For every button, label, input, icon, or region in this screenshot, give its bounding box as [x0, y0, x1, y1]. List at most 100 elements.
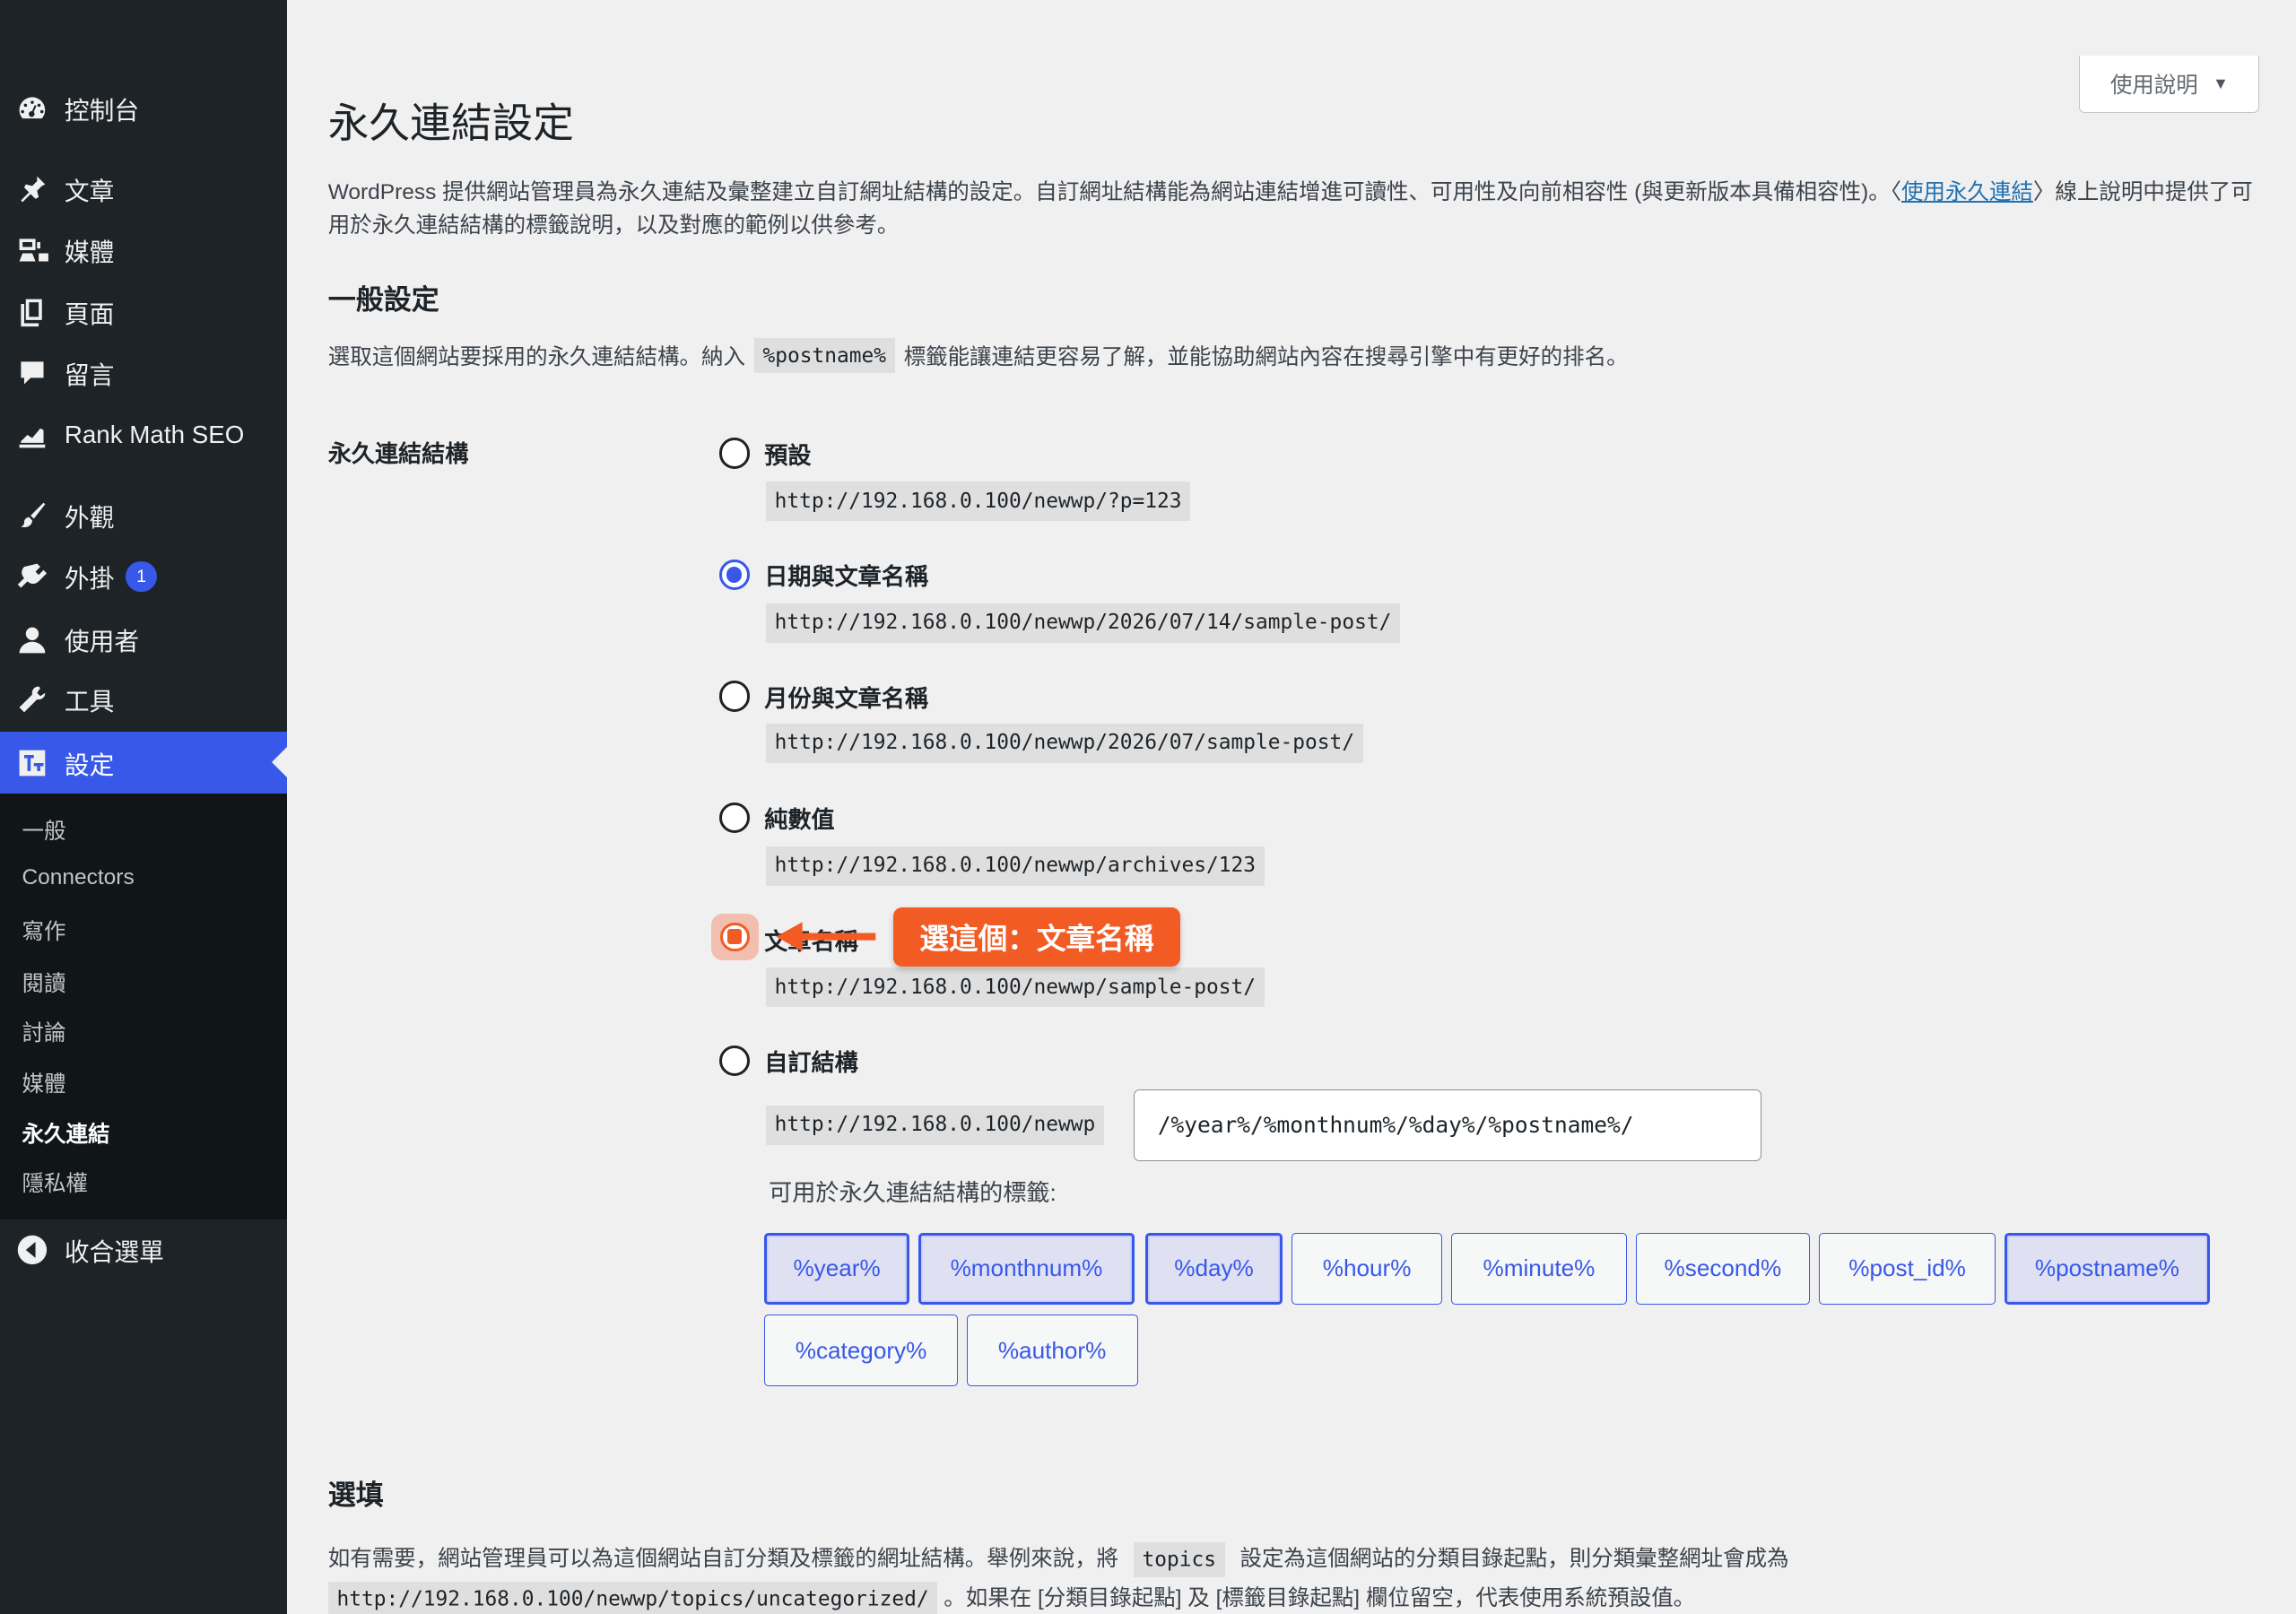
submenu-item-media[interactable]: 媒體 [22, 1067, 65, 1098]
submenu-item-privacy[interactable]: 隱私權 [22, 1167, 87, 1198]
radio-custom-structure[interactable] [718, 1045, 750, 1077]
sidebar-item-label: 外觀 [64, 503, 115, 532]
settings-submenu: 一般 Connectors 寫作 閱讀 討論 媒體 永久連結 隱私權 [0, 793, 287, 1220]
annotation-callout: 選這個：文章名稱 [892, 907, 1180, 967]
sidebar-item-media[interactable]: 媒體 [0, 220, 287, 282]
brush-icon [16, 499, 48, 532]
optional-heading: 選填 [327, 1480, 384, 1512]
pages-icon [16, 296, 48, 328]
sidebar-item-plugins[interactable]: 外掛 1 [0, 546, 287, 608]
permalink-structure-label: 永久連結結構 [327, 439, 469, 467]
option-label: 純數值 [764, 806, 835, 834]
radio-month-and-name[interactable] [718, 681, 750, 712]
option-plain[interactable]: 預設 [718, 437, 812, 471]
category-url-example: http://192.168.0.100/newwp/topics/uncate… [327, 1581, 938, 1614]
media-icon [16, 234, 48, 266]
tag-button-day[interactable]: %day% [1144, 1232, 1283, 1305]
option-custom-structure[interactable]: 自訂結構 [718, 1044, 858, 1078]
sidebar-item-label: Rank Math SEO [64, 420, 245, 448]
option-label: 自訂結構 [764, 1049, 858, 1077]
topics-code: topics [1133, 1541, 1225, 1577]
pin-icon [16, 173, 48, 205]
submenu-item-connectors[interactable]: Connectors [22, 865, 134, 890]
collapse-icon [16, 1234, 48, 1266]
custom-structure-input[interactable] [1133, 1089, 1762, 1161]
submenu-item-discussion[interactable]: 討論 [22, 1016, 65, 1047]
sample-url: http://192.168.0.100/newwp/2026/07/sampl… [765, 723, 1363, 763]
settings-icon [16, 747, 48, 779]
sidebar-item-rank-math[interactable]: Rank Math SEO [0, 404, 287, 466]
help-tab-button[interactable]: 使用說明 ▼ [2079, 56, 2260, 113]
arrow-icon [776, 922, 876, 952]
general-settings-heading: 一般設定 [327, 283, 439, 316]
radio-numeric[interactable] [718, 802, 750, 834]
plugin-icon [16, 560, 48, 593]
sidebar-item-comments[interactable]: 留言 [0, 343, 287, 404]
desc-text: 。如果在 [分類目錄起點] 及 [標籤目錄起點] 欄位留空，代表使用系統預設值。 [944, 1586, 1696, 1611]
desc-text: 標籤能讓連結更容易了解，並能協助網站內容在搜尋引擎中有更好的排名。 [903, 345, 1629, 370]
submenu-item-writing[interactable]: 寫作 [22, 915, 65, 946]
sidebar-item-appearance[interactable]: 外觀 [0, 484, 287, 546]
intro-text-before: WordPress 提供網站管理員為永久連結及彙整建立自訂網址結構的設定。自訂網… [327, 179, 1901, 204]
desc-text: 選取這個網站要採用的永久連結結構。納入 [327, 345, 745, 370]
desc-text: 如有需要，網站管理員可以為這個網站自訂分類及標籤的網址結構。舉例來說，將 [327, 1547, 1119, 1572]
radio-plain[interactable] [718, 438, 750, 469]
tag-button-minute[interactable]: %minute% [1451, 1232, 1627, 1305]
sidebar-item-users[interactable]: 使用者 [0, 609, 287, 671]
tag-button-author[interactable]: %author% [966, 1315, 1138, 1387]
available-tags-label: 可用於永久連結結構的標籤: [769, 1179, 1057, 1207]
tag-button-category[interactable]: %category% [764, 1315, 958, 1387]
sample-url: http://192.168.0.100/newwp/sample-post/ [765, 968, 1265, 1008]
option-day-and-name[interactable]: 日期與文章名稱 [718, 558, 929, 592]
sidebar-item-label: 外掛 [64, 565, 115, 594]
wrench-icon [16, 683, 48, 716]
collapse-menu-button[interactable]: 收合選單 [0, 1219, 287, 1281]
option-month-and-name[interactable]: 月份與文章名稱 [718, 680, 929, 714]
permalinks-docs-link[interactable]: 使用永久連結 [1901, 180, 2033, 204]
tag-button-year[interactable]: %year% [764, 1232, 909, 1305]
caret-down-icon: ▼ [2213, 74, 2229, 92]
admin-sidebar: 控制台 文章 媒體 頁面 留言 Rank Math SEO 外觀 外掛 1 使用… [0, 0, 287, 1614]
sidebar-item-label: 文章 [64, 177, 115, 205]
sample-url: http://192.168.0.100/newwp/archives/123 [765, 846, 1265, 886]
highlighted-radio-post-name[interactable] [711, 913, 759, 961]
general-settings-description: 選取這個網站要採用的永久連結結構。納入 %postname% 標籤能讓連結更容易… [327, 338, 1629, 374]
sidebar-item-label: 控制台 [64, 96, 140, 125]
tag-button-second[interactable]: %second% [1635, 1232, 1810, 1305]
postname-code: %postname% [753, 338, 895, 374]
sidebar-item-label: 設定 [64, 751, 115, 779]
sidebar-item-posts[interactable]: 文章 [0, 158, 287, 220]
tag-button-post-id[interactable]: %post_id% [1818, 1232, 1996, 1305]
sidebar-item-tools[interactable]: 工具 [0, 669, 287, 731]
option-numeric[interactable]: 純數值 [718, 801, 835, 835]
sidebar-item-dashboard[interactable]: 控制台 [0, 78, 287, 140]
collapse-label: 收合選單 [64, 1238, 164, 1267]
option-label: 日期與文章名稱 [764, 563, 929, 591]
radio-day-and-name[interactable] [718, 559, 750, 591]
sidebar-item-label: 頁面 [64, 299, 115, 328]
optional-description: 如有需要，網站管理員可以為這個網站自訂分類及標籤的網址結構。舉例來說，將 top… [327, 1541, 1789, 1577]
dashboard-icon [16, 92, 48, 125]
sidebar-item-label: 留言 [64, 361, 115, 390]
tag-button-monthnum[interactable]: %monthnum% [918, 1232, 1135, 1305]
submenu-item-general[interactable]: 一般 [22, 814, 65, 846]
submenu-item-reading[interactable]: 閱讀 [22, 967, 65, 998]
page-title: 永久連結設定 [327, 100, 574, 147]
tag-button-hour[interactable]: %hour% [1292, 1232, 1443, 1305]
sidebar-item-pages[interactable]: 頁面 [0, 281, 287, 343]
desc-text: 設定為這個網站的分類目錄起點，則分類彙整網址會成為 [1239, 1547, 1789, 1572]
option-label: 月份與文章名稱 [764, 684, 929, 712]
radio-marker [720, 922, 750, 952]
user-icon [16, 624, 48, 656]
option-label: 預設 [764, 441, 812, 469]
optional-description-2: http://192.168.0.100/newwp/topics/uncate… [327, 1581, 1696, 1614]
sidebar-item-label: 工具 [64, 688, 115, 716]
rank-math-icon [16, 419, 48, 451]
sidebar-item-settings[interactable]: 設定 [0, 732, 287, 794]
sample-url: http://192.168.0.100/newwp/2026/07/14/sa… [765, 603, 1401, 643]
tag-button-postname[interactable]: %postname% [2005, 1232, 2210, 1305]
intro-text: WordPress 提供網站管理員為永久連結及彙整建立自訂網址結構的設定。自訂網… [328, 176, 2264, 243]
update-count-badge: 1 [126, 561, 157, 593]
comment-icon [16, 357, 48, 389]
submenu-item-permalinks[interactable]: 永久連結 [22, 1117, 109, 1149]
